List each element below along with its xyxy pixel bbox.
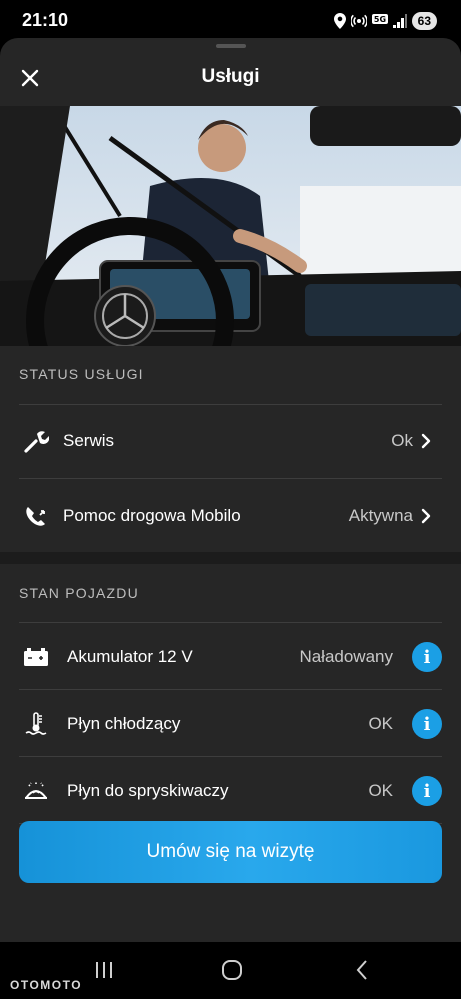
status-icons: 5G 63 — [333, 10, 437, 32]
roadside-assistance-icon — [22, 502, 50, 530]
page-title: Usługi — [201, 66, 260, 87]
washer-fluid-icon — [22, 777, 50, 805]
sheet-grabber[interactable] — [216, 44, 246, 48]
watermark: OTOMOTO — [10, 978, 83, 992]
row-value: OK — [368, 781, 393, 800]
divider — [19, 756, 442, 757]
battery-indicator: 63 — [411, 12, 437, 30]
status-time: 21:10 — [22, 10, 69, 30]
battery-icon — [22, 643, 50, 671]
vehicle-row-coolant: Płyn chłodzący OK i — [0, 691, 461, 757]
wrench-icon — [22, 427, 50, 455]
service-row-serwis[interactable]: Serwis Ok — [0, 408, 461, 474]
divider — [19, 478, 442, 479]
info-icon: i — [423, 780, 431, 802]
divider — [19, 689, 442, 690]
location-icon — [333, 13, 346, 29]
chevron-right-icon — [421, 508, 431, 524]
chevron-right-icon — [421, 433, 431, 449]
book-appointment-button[interactable]: Umów się na wizytę — [19, 821, 442, 883]
row-label: Serwis — [63, 431, 115, 450]
home-icon — [222, 960, 242, 980]
row-label: Pomoc drogowa Mobilo — [63, 506, 241, 525]
signal-icon — [392, 14, 407, 28]
info-button[interactable]: i — [412, 642, 442, 672]
section-separator — [0, 552, 461, 564]
services-sheet: Usługi STATUS USŁUGI Serwis Ok Pomoc dro… — [0, 38, 461, 942]
vehicle-state-heading: STAN POJAZDU — [19, 585, 139, 601]
coolant-icon — [22, 710, 50, 738]
divider — [19, 404, 442, 405]
hotspot-icon — [350, 14, 367, 28]
row-label: Płyn do spryskiwaczy — [67, 781, 229, 800]
recent-apps-icon — [96, 962, 112, 978]
row-value: Ok — [391, 431, 413, 450]
divider — [19, 622, 442, 623]
row-value: Naładowany — [299, 647, 393, 666]
info-icon: i — [423, 646, 431, 668]
back-icon — [356, 960, 367, 980]
vehicle-row-washer: Płyn do spryskiwaczy OK i — [0, 758, 461, 824]
vehicle-row-battery: Akumulator 12 V Naładowany i — [0, 624, 461, 690]
info-button[interactable]: i — [412, 709, 442, 739]
row-value: OK — [368, 714, 393, 733]
status-bar: 21:10 5G 63 — [0, 0, 461, 40]
info-button[interactable]: i — [412, 776, 442, 806]
back-button[interactable] — [342, 957, 382, 983]
row-label: Płyn chłodzący — [67, 714, 181, 733]
svg-text:5G: 5G — [374, 15, 386, 24]
hero-image — [0, 106, 461, 346]
network-5g-icon: 5G — [371, 14, 388, 24]
row-label: Akumulator 12 V — [67, 647, 193, 666]
info-icon: i — [423, 713, 431, 735]
service-status-heading: STATUS USŁUGI — [19, 366, 144, 382]
service-row-mobilo[interactable]: Pomoc drogowa Mobilo Aktywna — [0, 483, 461, 549]
row-value: Aktywna — [348, 506, 413, 525]
home-button[interactable] — [212, 957, 252, 983]
recent-apps-button[interactable] — [84, 957, 124, 983]
